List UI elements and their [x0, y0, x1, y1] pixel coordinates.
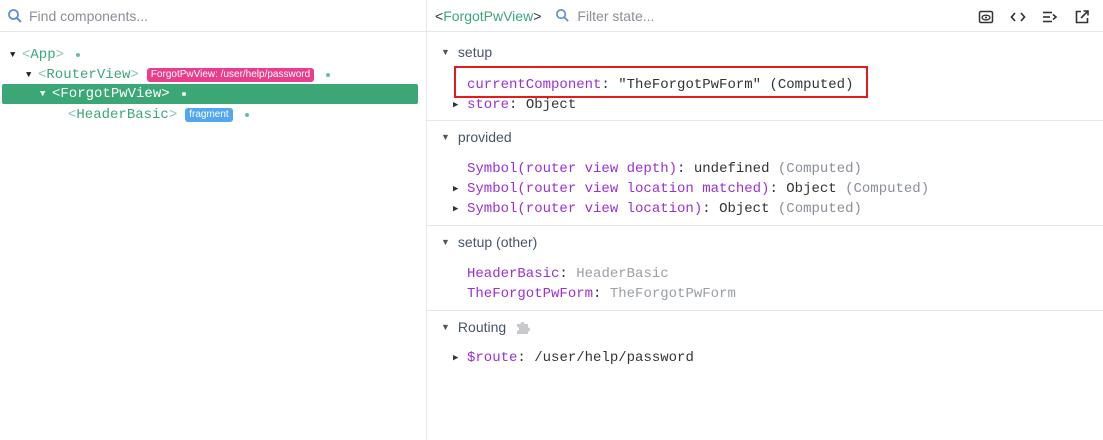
- setup-section-header[interactable]: ▼ setup: [441, 44, 492, 60]
- setup-other-section: ▼ setup (other) HeaderBasic: HeaderBasic…: [427, 226, 1103, 311]
- collapse-caret-icon[interactable]: ▼: [441, 47, 450, 57]
- list-arrow-icon: [1043, 11, 1058, 23]
- prop-key: $route: [467, 350, 518, 366]
- tree-node-label: <RouterView>: [38, 67, 139, 83]
- section-title: Routing: [457, 319, 507, 335]
- fragment-badge: fragment: [185, 108, 233, 122]
- status-dot: [76, 53, 81, 57]
- prop-value: Object: [525, 97, 577, 113]
- prop-row-router-view-location[interactable]: ▶ Symbol(router view location): Object (…: [453, 199, 862, 219]
- status-dot: [244, 113, 249, 117]
- routing-section: ▼ Routing ▶ $route: /user/help/password: [427, 311, 1103, 391]
- scroll-to-component-button[interactable]: [977, 8, 995, 26]
- code-icon: [1010, 12, 1026, 22]
- expand-triangle-icon[interactable]: ▶: [453, 100, 467, 110]
- collapse-caret-icon[interactable]: ▼: [441, 322, 450, 332]
- search-icon: [8, 8, 22, 23]
- collapse-caret-icon[interactable]: ▼: [441, 132, 450, 142]
- collapse-caret-icon[interactable]: ▼: [441, 237, 450, 247]
- component-search-input[interactable]: [29, 7, 329, 24]
- computed-note: (Computed): [845, 181, 930, 197]
- puzzle-icon: [517, 322, 531, 334]
- show-render-code-button[interactable]: [1009, 8, 1027, 26]
- status-dot: [326, 73, 331, 77]
- route-badge: ForgotPwView: /user/help/password: [146, 68, 315, 82]
- prop-row-route[interactable]: ▶ $route: /user/help/password: [453, 348, 694, 368]
- tree-node-headerbasic[interactable]: <HeaderBasic> fragment: [68, 105, 249, 125]
- prop-key: Symbol(router view location): [467, 201, 703, 217]
- tree-node-routerview[interactable]: ▼ <RouterView> ForgotPwView: /user/help/…: [26, 65, 331, 85]
- prop-value: undefined: [693, 161, 770, 177]
- prop-row-router-view-location-matched[interactable]: ▶ Symbol(router view location matched): …: [453, 179, 929, 199]
- tree-node-label: <ForgotPwView>: [52, 86, 170, 102]
- prop-key: Symbol(router view location matched): [467, 181, 770, 197]
- tree-node-label: <HeaderBasic>: [68, 107, 178, 123]
- highlight-box: [454, 66, 868, 98]
- expand-triangle-icon[interactable]: ▶: [453, 353, 467, 363]
- status-dot: [181, 92, 186, 96]
- tree-node-app[interactable]: ▼ <App>: [10, 45, 81, 65]
- prop-value: TheForgotPwForm: [609, 286, 736, 302]
- prop-row-theforgotpwform[interactable]: TheForgotPwForm: TheForgotPwForm: [453, 284, 736, 304]
- inspector-toolbar: <ForgotPwView>: [427, 0, 1103, 32]
- collapse-triangle-icon[interactable]: ▼: [10, 50, 22, 60]
- provided-section-header[interactable]: ▼ provided: [441, 129, 512, 145]
- computed-note: (Computed): [777, 201, 862, 217]
- state-filter: [555, 7, 778, 24]
- expand-triangle-icon[interactable]: ▶: [453, 184, 467, 194]
- provided-section: ▼ provided Symbol(router view depth): un…: [427, 121, 1103, 226]
- computed-note: (Computed): [777, 161, 862, 177]
- prop-key: HeaderBasic: [467, 266, 560, 282]
- tree-node-forgotpwview[interactable]: ▼ <ForgotPwView>: [2, 84, 418, 104]
- prop-key: store: [467, 97, 510, 113]
- component-tree-panel: ▼ <App> ▼ <RouterView> ForgotPwView: /us…: [0, 0, 427, 440]
- prop-row-router-view-depth[interactable]: Symbol(router view depth): undefined (Co…: [453, 159, 862, 179]
- inspector-panel: <ForgotPwView> ▼ setup c: [427, 0, 1103, 440]
- prop-row-store[interactable]: ▶ store: Object: [453, 95, 576, 115]
- expand-triangle-icon[interactable]: ▶: [453, 204, 467, 214]
- open-in-editor-button[interactable]: [1073, 8, 1091, 26]
- setup-section: ▼ setup currentComponent: "TheForgotPwFo…: [427, 33, 1103, 121]
- state-filter-input[interactable]: [577, 7, 778, 24]
- component-search-bar: [0, 0, 426, 32]
- prop-value: HeaderBasic: [576, 266, 669, 282]
- inspector-tools: [977, 8, 1091, 26]
- external-link-icon: [1075, 10, 1089, 24]
- section-title: setup: [457, 44, 493, 60]
- tree-node-label: <App>: [22, 47, 65, 63]
- collapse-triangle-icon[interactable]: ▼: [26, 70, 38, 80]
- prop-key: TheForgotPwForm: [467, 286, 594, 302]
- prop-value: Object: [786, 181, 837, 197]
- eye-icon: [978, 10, 994, 24]
- search-icon: [556, 9, 570, 22]
- inspect-dom-button[interactable]: [1041, 8, 1059, 26]
- section-title: setup (other): [457, 234, 538, 250]
- setup-other-section-header[interactable]: ▼ setup (other): [441, 234, 537, 250]
- selected-component-title: <ForgotPwView>: [435, 7, 542, 24]
- section-title: provided: [457, 129, 512, 145]
- prop-value: /user/help/password: [534, 350, 694, 366]
- routing-section-header[interactable]: ▼ Routing: [441, 318, 532, 336]
- prop-value: Object: [719, 201, 770, 217]
- collapse-triangle-icon[interactable]: ▼: [40, 89, 52, 99]
- prop-row-headerbasic[interactable]: HeaderBasic: HeaderBasic: [453, 264, 669, 284]
- prop-key: Symbol(router view depth): [467, 161, 678, 177]
